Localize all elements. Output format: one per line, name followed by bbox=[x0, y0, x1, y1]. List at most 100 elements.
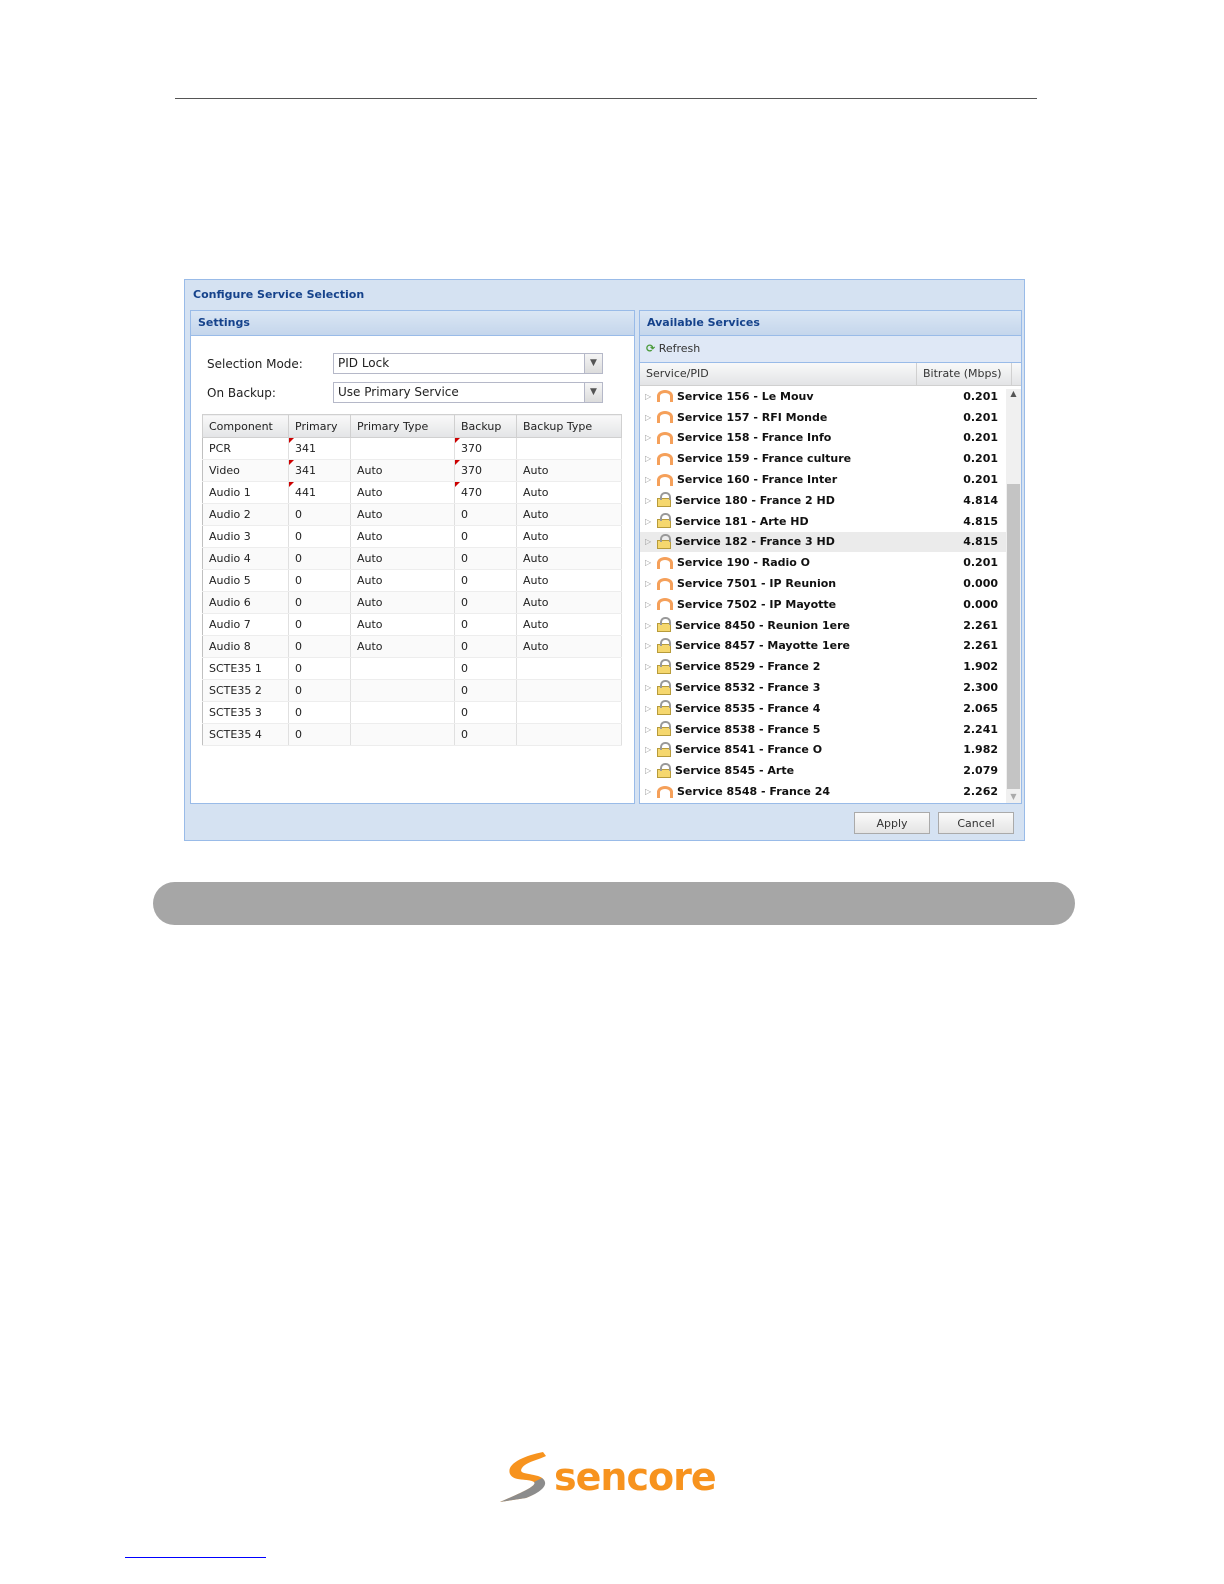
expand-arrow-icon[interactable]: ▷ bbox=[645, 454, 655, 463]
footer-link-underline[interactable] bbox=[125, 1557, 266, 1558]
service-row[interactable]: ▷ Service 7501 - IP Reunion 0.000 bbox=[640, 573, 1006, 594]
table-cell[interactable] bbox=[516, 679, 622, 702]
cancel-button[interactable]: Cancel bbox=[938, 812, 1014, 834]
table-cell[interactable]: 0 bbox=[454, 503, 517, 526]
table-cell[interactable]: Auto bbox=[350, 547, 455, 570]
table-cell[interactable]: 0 bbox=[288, 525, 351, 548]
table-cell[interactable] bbox=[350, 679, 455, 702]
scrollbar-thumb[interactable] bbox=[1007, 484, 1020, 789]
table-cell[interactable] bbox=[516, 657, 622, 680]
table-cell[interactable]: Auto bbox=[516, 525, 622, 548]
column-header[interactable]: Primary bbox=[288, 414, 351, 438]
scroll-up-icon[interactable]: ▲ bbox=[1006, 389, 1021, 398]
expand-arrow-icon[interactable]: ▷ bbox=[645, 683, 655, 692]
apply-button[interactable]: Apply bbox=[854, 812, 930, 834]
table-cell[interactable]: Auto bbox=[516, 635, 622, 658]
expand-arrow-icon[interactable]: ▷ bbox=[645, 496, 655, 505]
expand-arrow-icon[interactable]: ▷ bbox=[645, 787, 655, 796]
table-cell[interactable]: Auto bbox=[516, 569, 622, 592]
expand-arrow-icon[interactable]: ▷ bbox=[645, 558, 655, 567]
table-cell[interactable]: 0 bbox=[288, 635, 351, 658]
on-backup-select[interactable]: Use Primary Service ▼ bbox=[333, 382, 603, 403]
table-cell[interactable]: 370 bbox=[454, 459, 517, 482]
table-cell[interactable]: Auto bbox=[350, 503, 455, 526]
table-cell[interactable]: Auto bbox=[516, 481, 622, 504]
expand-arrow-icon[interactable]: ▷ bbox=[645, 641, 655, 650]
table-cell[interactable]: Auto bbox=[350, 569, 455, 592]
expand-arrow-icon[interactable]: ▷ bbox=[645, 433, 655, 442]
service-row[interactable]: ▷ Service 8529 - France 2 1.902 bbox=[640, 656, 1006, 677]
table-cell[interactable]: Auto bbox=[516, 503, 622, 526]
service-row[interactable]: ▷ Service 8450 - Reunion 1ere 2.261 bbox=[640, 615, 1006, 636]
table-cell[interactable]: Auto bbox=[350, 481, 455, 504]
table-cell[interactable]: Auto bbox=[350, 591, 455, 614]
column-service-pid[interactable]: Service/PID bbox=[640, 363, 917, 385]
table-cell[interactable]: Auto bbox=[350, 613, 455, 636]
table-cell[interactable]: 0 bbox=[454, 613, 517, 636]
expand-arrow-icon[interactable]: ▷ bbox=[645, 662, 655, 671]
service-row[interactable]: ▷ Service 8532 - France 3 2.300 bbox=[640, 677, 1006, 698]
service-row[interactable]: ▷ Service 180 - France 2 HD 4.814 bbox=[640, 490, 1006, 511]
column-header[interactable]: Primary Type bbox=[350, 414, 455, 438]
table-cell[interactable] bbox=[516, 437, 622, 460]
column-header[interactable]: Backup bbox=[454, 414, 517, 438]
expand-arrow-icon[interactable]: ▷ bbox=[645, 704, 655, 713]
table-cell[interactable]: 0 bbox=[454, 657, 517, 680]
table-cell[interactable]: 0 bbox=[454, 701, 517, 724]
table-cell[interactable]: 0 bbox=[288, 547, 351, 570]
expand-arrow-icon[interactable]: ▷ bbox=[645, 621, 655, 630]
service-row[interactable]: ▷ Service 159 - France culture 0.201 bbox=[640, 448, 1006, 469]
chevron-down-icon[interactable]: ▼ bbox=[584, 383, 602, 402]
table-cell[interactable]: 470 bbox=[454, 481, 517, 504]
table-cell[interactable]: Auto bbox=[516, 547, 622, 570]
expand-arrow-icon[interactable]: ▷ bbox=[645, 579, 655, 588]
table-cell[interactable]: Auto bbox=[350, 525, 455, 548]
table-cell[interactable] bbox=[350, 723, 455, 746]
selection-mode-select[interactable]: PID Lock ▼ bbox=[333, 353, 603, 374]
table-cell[interactable] bbox=[350, 437, 455, 460]
expand-arrow-icon[interactable]: ▷ bbox=[645, 537, 655, 546]
table-cell[interactable]: 0 bbox=[454, 679, 517, 702]
table-cell[interactable]: 0 bbox=[454, 569, 517, 592]
service-row[interactable]: ▷ Service 181 - Arte HD 4.815 bbox=[640, 511, 1006, 532]
table-cell[interactable] bbox=[350, 701, 455, 724]
expand-arrow-icon[interactable]: ▷ bbox=[645, 392, 655, 401]
table-cell[interactable]: 0 bbox=[454, 547, 517, 570]
table-cell[interactable]: 0 bbox=[288, 569, 351, 592]
table-cell[interactable]: 341 bbox=[288, 437, 351, 460]
service-row[interactable]: ▷ Service 8548 - France 24 2.262 bbox=[640, 781, 1006, 802]
table-cell[interactable]: 0 bbox=[454, 635, 517, 658]
table-cell[interactable]: 0 bbox=[288, 591, 351, 614]
table-cell[interactable]: 0 bbox=[288, 613, 351, 636]
table-cell[interactable]: Auto bbox=[516, 459, 622, 482]
service-row[interactable]: ▷ Service 8545 - Arte 2.079 bbox=[640, 760, 1006, 781]
service-row[interactable]: ▷ Service 157 - RFI Monde 0.201 bbox=[640, 407, 1006, 428]
expand-arrow-icon[interactable]: ▷ bbox=[645, 600, 655, 609]
service-row[interactable]: ▷ Service 7502 - IP Mayotte 0.000 bbox=[640, 594, 1006, 615]
scroll-down-icon[interactable]: ▼ bbox=[1006, 792, 1021, 801]
service-row[interactable]: ▷ Service 8541 - France O 1.982 bbox=[640, 740, 1006, 761]
column-header[interactable]: Component bbox=[202, 414, 289, 438]
column-header[interactable]: Backup Type bbox=[516, 414, 622, 438]
expand-arrow-icon[interactable]: ▷ bbox=[645, 475, 655, 484]
service-row[interactable]: ▷ Service 160 - France Inter 0.201 bbox=[640, 469, 1006, 490]
service-row[interactable]: ▷ Service 182 - France 3 HD 4.815 bbox=[640, 531, 1006, 553]
table-cell[interactable]: 0 bbox=[288, 679, 351, 702]
table-cell[interactable]: 0 bbox=[454, 525, 517, 548]
service-row[interactable]: ▷ Service 8457 - Mayotte 1ere 2.261 bbox=[640, 636, 1006, 657]
expand-arrow-icon[interactable]: ▷ bbox=[645, 725, 655, 734]
scrollbar[interactable]: ▲ ▼ bbox=[1006, 389, 1021, 803]
table-cell[interactable]: Auto bbox=[350, 459, 455, 482]
table-cell[interactable]: 0 bbox=[288, 657, 351, 680]
table-cell[interactable]: 0 bbox=[288, 701, 351, 724]
table-cell[interactable] bbox=[350, 657, 455, 680]
refresh-button[interactable]: ⟳ Refresh bbox=[646, 342, 700, 355]
table-cell[interactable]: Auto bbox=[516, 613, 622, 636]
table-cell[interactable]: 0 bbox=[288, 723, 351, 746]
table-cell[interactable]: 341 bbox=[288, 459, 351, 482]
table-cell[interactable]: 370 bbox=[454, 437, 517, 460]
table-cell[interactable]: 441 bbox=[288, 481, 351, 504]
service-row[interactable]: ▷ Service 8535 - France 4 2.065 bbox=[640, 698, 1006, 719]
service-row[interactable]: ▷ Service 190 - Radio O 0.201 bbox=[640, 552, 1006, 573]
service-row[interactable]: ▷ Service 158 - France Info 0.201 bbox=[640, 428, 1006, 449]
